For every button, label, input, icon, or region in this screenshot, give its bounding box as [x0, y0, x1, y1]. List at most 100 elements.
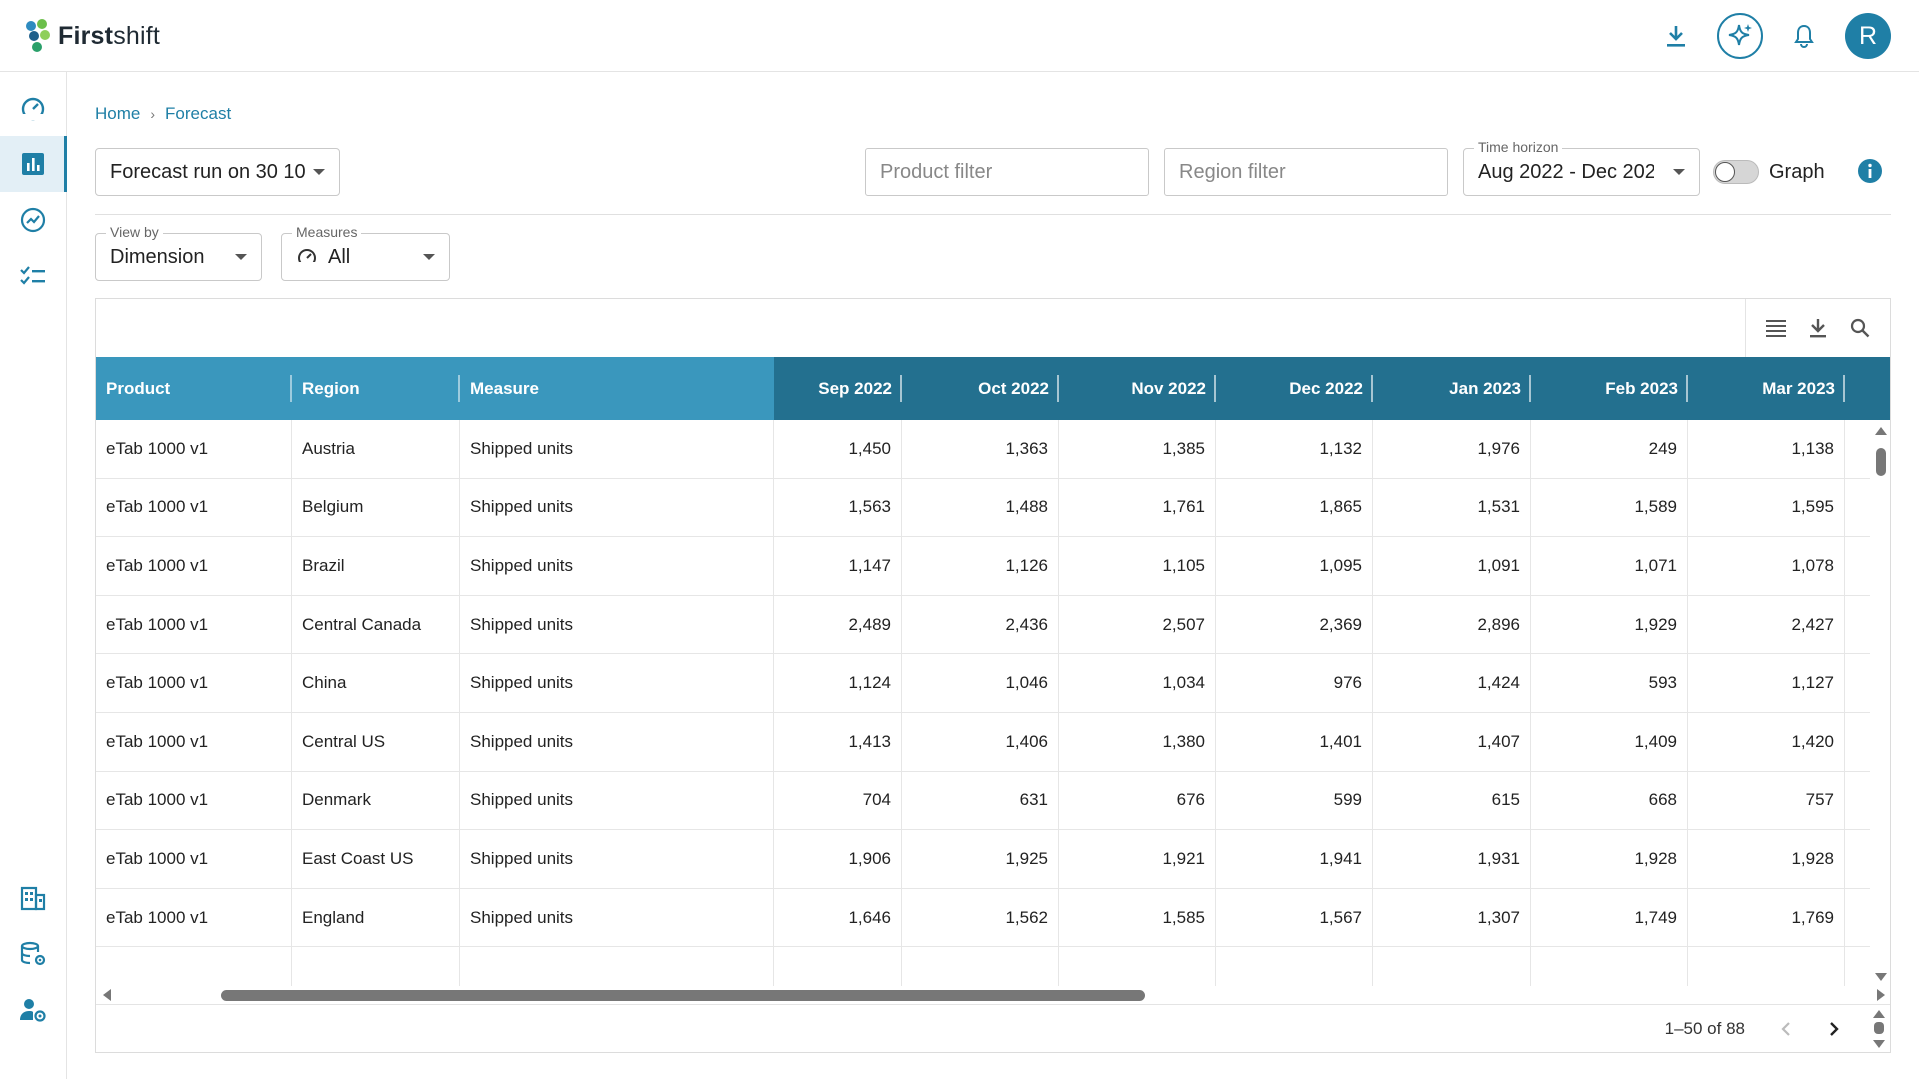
table-cell[interactable]: 1,865: [1216, 478, 1373, 537]
product-filter-input[interactable]: Product filter: [865, 148, 1149, 196]
table-cell[interactable]: Shipped units: [460, 713, 774, 771]
time-horizon-select[interactable]: Time horizon Aug 2022 - Dec 202: [1463, 139, 1700, 196]
columns-menu-icon[interactable]: [1764, 316, 1788, 340]
table-cell[interactable]: 1,413: [774, 713, 902, 771]
forecast-run-select[interactable]: Forecast run on 30 10: [95, 148, 340, 196]
table-cell[interactable]: 1,928: [1531, 830, 1688, 888]
column-header-mar-2023[interactable]: Mar 2023: [1688, 357, 1845, 420]
table-cell[interactable]: 1,921: [1059, 830, 1216, 888]
table-cell[interactable]: 1,124: [774, 654, 902, 712]
table-cell[interactable]: Shipped units: [460, 420, 774, 478]
table-cell[interactable]: 1,928: [1688, 830, 1845, 888]
table-cell[interactable]: 1,585: [1059, 888, 1216, 947]
table-cell[interactable]: Shipped units: [460, 537, 774, 595]
table-cell[interactable]: 593: [1531, 654, 1688, 712]
table-cell[interactable]: eTab 1000 v1: [96, 771, 292, 830]
table-cell[interactable]: 1,034: [1059, 654, 1216, 712]
table-cell[interactable]: eTab 1000 v1: [96, 420, 292, 478]
table-cell[interactable]: 1,071: [1531, 537, 1688, 595]
sidebar-item-organization[interactable]: [0, 870, 66, 926]
table-cell[interactable]: 1,769: [1688, 888, 1845, 947]
column-header-product[interactable]: Product: [96, 357, 292, 420]
table-cell[interactable]: 1,126: [902, 537, 1059, 595]
table-cell[interactable]: 1,589: [1531, 478, 1688, 537]
table-cell[interactable]: 1,531: [1373, 478, 1531, 537]
table-cell[interactable]: Belgium: [292, 478, 460, 537]
table-cell[interactable]: 1,091: [1373, 537, 1531, 595]
table-cell[interactable]: 599: [1216, 771, 1373, 830]
table-cell[interactable]: eTab 1000 v1: [96, 478, 292, 537]
table-cell[interactable]: 2,896: [1373, 595, 1531, 654]
horizontal-scrollbar[interactable]: [96, 986, 1890, 1004]
scroll-right-arrow-icon[interactable]: [1874, 986, 1888, 1004]
table-cell[interactable]: 2,436: [902, 595, 1059, 654]
table-row[interactable]: eTab 1000 v1 Belgium Shipped units 1,563 1,4…: [96, 478, 1870, 538]
table-cell[interactable]: 2,427: [1688, 595, 1845, 654]
scroll-down-arrow-icon[interactable]: [1870, 1037, 1888, 1051]
table-cell[interactable]: 1,407: [1373, 713, 1531, 771]
table-cell[interactable]: 1,906: [774, 830, 902, 888]
table-cell[interactable]: 631: [902, 771, 1059, 830]
table-cell[interactable]: 1,646: [774, 888, 902, 947]
scroll-down-arrow-icon[interactable]: [1872, 970, 1890, 984]
table-cell[interactable]: 1,931: [1373, 830, 1531, 888]
ai-assistant-button[interactable]: [1717, 13, 1763, 59]
table-cell[interactable]: Shipped units: [460, 771, 774, 830]
table-row[interactable]: eTab 1000 v1 East Coast US Shipped units 1,…: [96, 830, 1870, 889]
breadcrumb-home[interactable]: Home: [95, 104, 140, 124]
table-cell[interactable]: 676: [1059, 771, 1216, 830]
download-icon[interactable]: [1807, 316, 1829, 340]
footer-scrollbar[interactable]: [1870, 1007, 1888, 1051]
table-cell[interactable]: 704: [774, 771, 902, 830]
table-cell[interactable]: Shipped units: [460, 478, 774, 537]
footer-scroll-thumb[interactable]: [1874, 1022, 1884, 1034]
breadcrumb-current[interactable]: Forecast: [165, 104, 231, 124]
column-header-region[interactable]: Region: [292, 357, 460, 420]
column-header-dec-2022[interactable]: Dec 2022: [1216, 357, 1373, 420]
measures-select[interactable]: Measures All: [281, 224, 450, 281]
table-row[interactable]: eTab 1000 v1 Brazil Shipped units 1,147 1,12…: [96, 537, 1870, 596]
table-cell[interactable]: 976: [1216, 654, 1373, 712]
table-cell[interactable]: 1,563: [774, 478, 902, 537]
scroll-left-arrow-icon[interactable]: [100, 986, 114, 1004]
scroll-up-arrow-icon[interactable]: [1870, 1007, 1888, 1021]
table-cell[interactable]: 1,562: [902, 888, 1059, 947]
bell-icon[interactable]: [1787, 19, 1821, 53]
table-cell[interactable]: 1,105: [1059, 537, 1216, 595]
table-cell[interactable]: Shipped units: [460, 888, 774, 947]
previous-page-button[interactable]: [1772, 1015, 1800, 1043]
column-header-jan-2023[interactable]: Jan 2023: [1373, 357, 1531, 420]
table-cell[interactable]: 1,046: [902, 654, 1059, 712]
column-header-measure[interactable]: Measure: [460, 357, 774, 420]
table-cell[interactable]: 1,761: [1059, 478, 1216, 537]
table-cell[interactable]: 1,424: [1373, 654, 1531, 712]
vertical-scroll-thumb[interactable]: [1876, 448, 1886, 476]
region-filter-input[interactable]: Region filter: [1164, 148, 1448, 196]
column-header-feb-2023[interactable]: Feb 2023: [1531, 357, 1688, 420]
table-cell[interactable]: East Coast US: [292, 830, 460, 888]
sidebar-item-data-settings[interactable]: [0, 926, 66, 982]
table-cell[interactable]: eTab 1000 v1: [96, 713, 292, 771]
sidebar-item-dashboard[interactable]: [0, 80, 66, 136]
table-cell[interactable]: Denmark: [292, 771, 460, 830]
view-by-select[interactable]: View by Dimension: [95, 224, 262, 281]
table-row[interactable]: eTab 1000 v1 Central Canada Shipped units 2…: [96, 595, 1870, 655]
table-cell[interactable]: 1,147: [774, 537, 902, 595]
toggle-track[interactable]: [1713, 160, 1759, 184]
search-icon[interactable]: [1848, 316, 1872, 340]
table-cell[interactable]: 1,406: [902, 713, 1059, 771]
table-cell[interactable]: Brazil: [292, 537, 460, 595]
table-cell[interactable]: 1,401: [1216, 713, 1373, 771]
table-cell[interactable]: 668: [1531, 771, 1688, 830]
table-cell[interactable]: 2,489: [774, 595, 902, 654]
table-cell[interactable]: Shipped units: [460, 654, 774, 712]
table-row[interactable]: eTab 1000 v1 Central US Shipped units 1,413…: [96, 713, 1870, 772]
table-cell[interactable]: 1,409: [1531, 713, 1688, 771]
graph-toggle[interactable]: Graph: [1713, 160, 1825, 184]
table-row[interactable]: eTab 1000 v1 Austria Shipped units 1,450 1,3…: [96, 420, 1870, 479]
table-cell[interactable]: 1,078: [1688, 537, 1845, 595]
table-cell[interactable]: 1,307: [1373, 888, 1531, 947]
table-cell[interactable]: 1,976: [1373, 420, 1531, 478]
table-row[interactable]: eTab 1000 v1 England Shipped units 1,646 1,5…: [96, 888, 1870, 948]
table-cell[interactable]: 1,450: [774, 420, 902, 478]
